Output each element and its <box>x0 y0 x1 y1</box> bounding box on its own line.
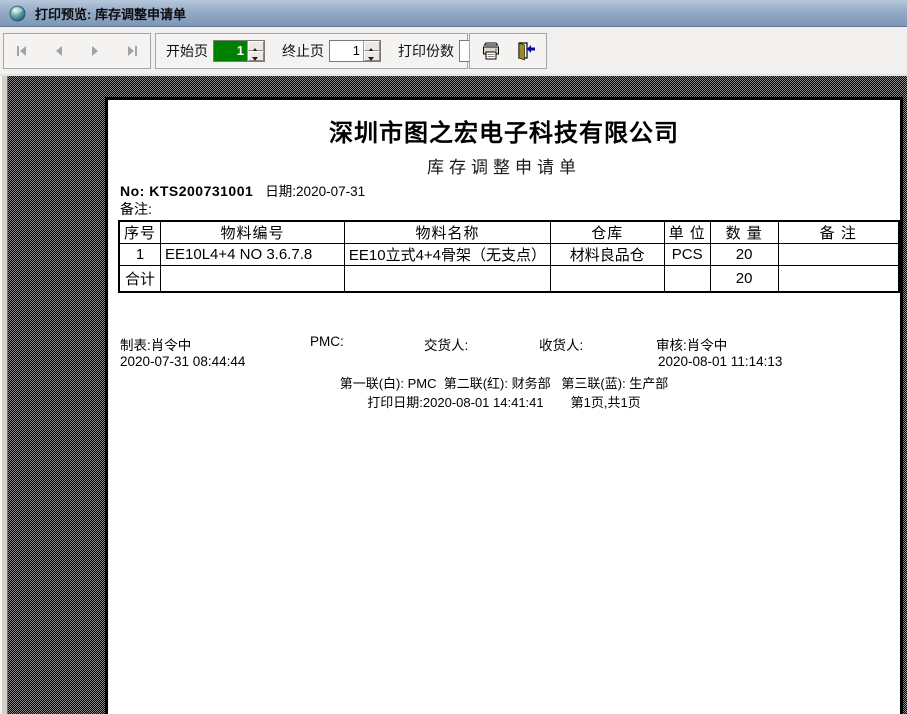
first-page-icon <box>17 46 27 56</box>
maker-time: 2020-07-31 08:44:44 <box>120 354 246 369</box>
document-number: No: KTS200731001 <box>120 183 254 199</box>
maker-label: 制表:肖令中 <box>120 338 192 353</box>
cell-warehouse: 材料良品仓 <box>550 243 665 266</box>
items-table: 序号 物料编号 物料名称 仓库 单 位 数 量 备 注 1 EE10L4+4 N… <box>118 220 900 293</box>
print-date-line: 打印日期:2020-08-01 14:41:41 第1页,共1页 <box>114 392 894 411</box>
document-number-line: No: KTS200731001 日期:2020-07-31 <box>120 180 365 200</box>
next-page-button[interactable] <box>82 38 108 64</box>
auditor-label: 审核:肖令中 <box>656 338 728 353</box>
receiver-label: 收货人: <box>539 338 584 353</box>
header-material-name: 物料名称 <box>343 220 552 244</box>
page-range-group: 开始页 1 终止页 1 打印份数 1 <box>155 33 511 69</box>
end-page-up-button[interactable] <box>364 41 380 52</box>
window-titlebar: 打印预览: 库存调整申请单 <box>0 0 907 27</box>
table-total-row: 合计 20 <box>118 265 900 292</box>
prev-page-button[interactable] <box>46 38 72 64</box>
start-page-down-button[interactable] <box>248 51 264 61</box>
start-page-spinner[interactable]: 1 <box>213 40 265 62</box>
company-name: 深圳市图之宏电子科技有限公司 <box>329 120 679 147</box>
page-info: 第1页,共1页 <box>570 395 641 410</box>
header-remark: 备 注 <box>777 220 900 244</box>
signature-times: 2020-07-31 08:44:44 2020-08-01 11:14:13 <box>108 354 888 370</box>
header-warehouse: 仓库 <box>550 220 665 244</box>
document-page: 深圳市图之宏电子科技有限公司 库存调整申请单 No: KTS200731001 … <box>105 97 903 714</box>
remark-label: 备注: <box>120 201 152 217</box>
page-nav-group <box>3 33 151 69</box>
exit-button[interactable] <box>511 37 539 65</box>
print-button[interactable] <box>477 37 505 65</box>
header-unit: 单 位 <box>663 220 711 244</box>
print-preview-area: 深圳市图之宏电子科技有限公司 库存调整申请单 No: KTS200731001 … <box>0 76 907 714</box>
prev-page-icon <box>55 46 62 56</box>
header-seq: 序号 <box>118 220 162 244</box>
printer-icon <box>482 42 499 60</box>
print-date: 打印日期:2020-08-01 14:41:41 <box>367 395 544 410</box>
cell-unit: PCS <box>663 243 711 266</box>
deliverer-label: 交货人: <box>424 338 469 353</box>
globe-icon <box>9 5 26 21</box>
cell-remark <box>777 243 900 266</box>
audit-time: 2020-08-01 11:14:13 <box>658 354 783 369</box>
end-page-spinner[interactable]: 1 <box>329 40 381 62</box>
document-date: 日期:2020-07-31 <box>265 184 366 199</box>
actions-group <box>469 33 547 69</box>
table-row: 1 EE10L4+4 NO 3.6.7.8 EE10立式4+4骨架（无支点） 材… <box>118 243 900 266</box>
end-page-value[interactable]: 1 <box>330 41 363 61</box>
start-page-label: 开始页 <box>166 43 208 59</box>
total-qty: 20 <box>709 265 779 292</box>
cell-qty: 20 <box>709 243 779 266</box>
exit-door-icon <box>518 42 536 61</box>
signature-line: 制表:肖令中 PMC: 交货人: 收货人: 审核:肖令中 <box>108 334 888 353</box>
next-page-icon <box>92 46 99 56</box>
header-material-code: 物料编号 <box>160 220 345 244</box>
toolbar: 开始页 1 终止页 1 打印份数 1 <box>0 28 907 76</box>
start-page-value[interactable]: 1 <box>214 41 247 61</box>
pmc-label: PMC: <box>310 334 344 349</box>
total-label: 合计 <box>118 265 162 292</box>
last-page-button[interactable] <box>119 38 145 64</box>
window-title: 打印预览: 库存调整申请单 <box>35 6 186 22</box>
header-qty: 数 量 <box>709 220 779 244</box>
end-page-down-button[interactable] <box>364 51 380 61</box>
copies-distribution-line: 第一联(白): PMC 第二联(红): 财务部 第三联(蓝): 生产部 <box>339 376 669 391</box>
cell-material-name: EE10立式4+4骨架（无支点） <box>343 243 552 266</box>
end-page-label: 终止页 <box>282 43 324 59</box>
start-page-up-button[interactable] <box>248 41 264 52</box>
preview-left-edge <box>0 76 8 714</box>
last-page-icon <box>127 46 137 56</box>
copies-label: 打印份数 <box>398 43 454 59</box>
cell-seq: 1 <box>118 243 162 266</box>
cell-material-code: EE10L4+4 NO 3.6.7.8 <box>160 243 345 266</box>
table-header-row: 序号 物料编号 物料名称 仓库 单 位 数 量 备 注 <box>118 220 900 244</box>
form-title: 库存调整申请单 <box>427 158 581 177</box>
first-page-button[interactable] <box>9 38 35 64</box>
